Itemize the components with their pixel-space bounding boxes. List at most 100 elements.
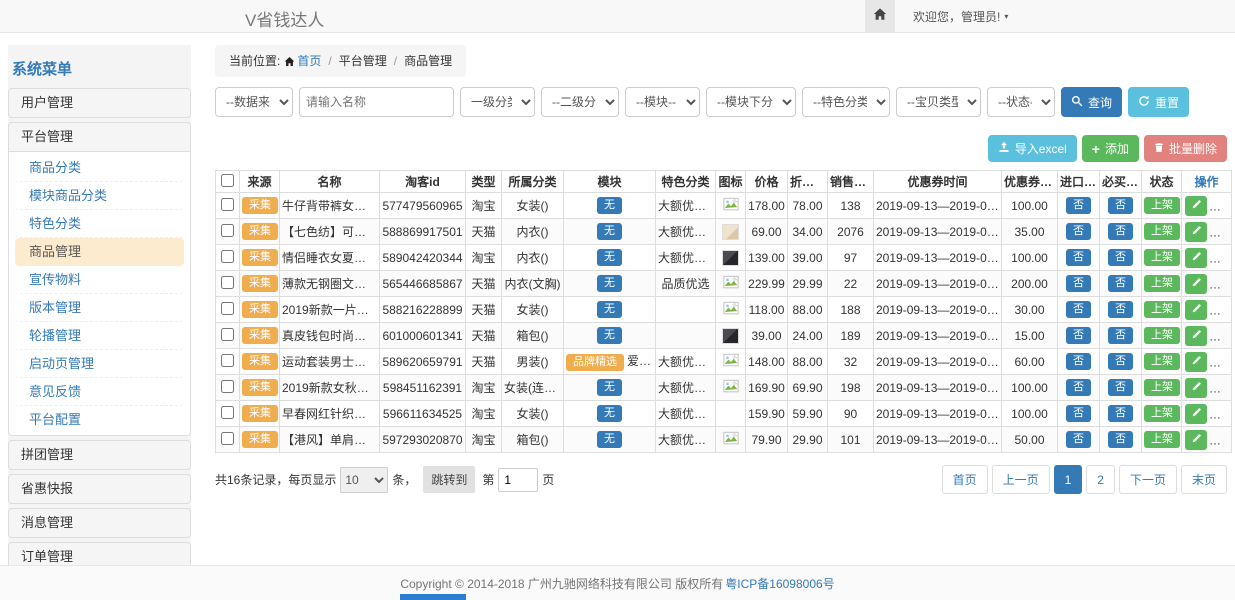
status-badge[interactable]: 上架 — [1144, 249, 1180, 267]
import-pick-badge[interactable]: 否 — [1066, 249, 1091, 267]
import-pick-badge[interactable]: 否 — [1066, 197, 1091, 215]
sales-count: 90 — [828, 401, 874, 427]
status-select[interactable]: --状态-- — [987, 87, 1055, 117]
edit-button[interactable] — [1185, 274, 1207, 294]
status-badge[interactable]: 上架 — [1144, 327, 1180, 345]
module-select[interactable]: --模块-- — [625, 87, 700, 117]
edit-button[interactable] — [1185, 248, 1207, 268]
import-pick-badge[interactable]: 否 — [1066, 405, 1091, 423]
status-badge[interactable]: 上架 — [1144, 379, 1180, 397]
must-buy-badge[interactable]: 否 — [1108, 379, 1133, 397]
must-buy-badge[interactable]: 否 — [1108, 223, 1133, 241]
row-checkbox[interactable] — [221, 380, 234, 393]
sidebar-subitem-商品管理[interactable]: 商品管理 — [15, 238, 184, 266]
status-badge[interactable]: 上架 — [1144, 353, 1180, 371]
sidebar-item-平台管理[interactable]: 平台管理 — [9, 123, 190, 151]
module-subcategory-select[interactable]: --模块下分类-- — [706, 87, 796, 117]
sidebar-item-拼团管理[interactable]: 拼团管理 — [9, 441, 190, 469]
row-checkbox[interactable] — [221, 276, 234, 289]
must-buy-badge[interactable]: 否 — [1108, 301, 1133, 319]
edit-button[interactable] — [1185, 404, 1207, 424]
must-buy-badge[interactable]: 否 — [1108, 197, 1133, 215]
status-badge[interactable]: 上架 — [1144, 431, 1180, 449]
add-button[interactable]: + 添加 — [1082, 135, 1139, 162]
sidebar-item-订单管理[interactable]: 订单管理 — [9, 543, 190, 565]
coupon-amount: 200.00 — [1002, 271, 1058, 297]
import-pick-badge[interactable]: 否 — [1066, 301, 1091, 319]
status-badge[interactable]: 上架 — [1144, 405, 1180, 423]
home-nav-button[interactable] — [865, 0, 895, 32]
page-button-上一页[interactable]: 上一页 — [992, 465, 1050, 494]
must-buy-badge[interactable]: 否 — [1108, 353, 1133, 371]
page-button-1[interactable]: 1 — [1054, 465, 1083, 494]
item-type-select[interactable]: --宝贝类型-- — [896, 87, 981, 117]
sidebar-subitem-商品分类[interactable]: 商品分类 — [15, 154, 184, 182]
level2-category-select[interactable]: --二级分类-- — [541, 87, 619, 117]
edit-button[interactable] — [1185, 300, 1207, 320]
feature-category-select[interactable]: --特色分类-- — [802, 87, 890, 117]
sidebar-subitem-平台配置[interactable]: 平台配置 — [15, 406, 184, 433]
page-button-2[interactable]: 2 — [1086, 465, 1115, 494]
page-button-首页[interactable]: 首页 — [942, 465, 988, 494]
status-badge[interactable]: 上架 — [1144, 197, 1180, 215]
sidebar-item-消息管理[interactable]: 消息管理 — [9, 509, 190, 537]
edit-icon — [1191, 406, 1202, 421]
row-checkbox[interactable] — [221, 328, 234, 341]
edit-button[interactable] — [1185, 430, 1207, 450]
row-checkbox[interactable] — [221, 250, 234, 263]
row-checkbox[interactable] — [221, 354, 234, 367]
import-pick-badge[interactable]: 否 — [1066, 223, 1091, 241]
status-badge[interactable]: 上架 — [1144, 275, 1180, 293]
edit-button[interactable] — [1185, 222, 1207, 242]
select-all-checkbox[interactable] — [221, 174, 234, 187]
sidebar-subitem-意见反馈[interactable]: 意见反馈 — [15, 378, 184, 406]
import-pick-badge[interactable]: 否 — [1066, 275, 1091, 293]
level1-category-select[interactable]: 一级分类 — [460, 87, 535, 117]
import-pick-badge[interactable]: 否 — [1066, 379, 1091, 397]
reset-button[interactable]: 重置 — [1128, 87, 1189, 117]
status-badge[interactable]: 上架 — [1144, 301, 1180, 319]
status-badge[interactable]: 上架 — [1144, 223, 1180, 241]
row-checkbox[interactable] — [221, 224, 234, 237]
search-button[interactable]: 查询 — [1061, 87, 1122, 117]
edit-button[interactable] — [1185, 196, 1207, 216]
must-buy-badge[interactable]: 否 — [1108, 405, 1133, 423]
sidebar-subitem-轮播管理[interactable]: 轮播管理 — [15, 322, 184, 350]
edit-button[interactable] — [1185, 326, 1207, 346]
sidebar-item-用户管理[interactable]: 用户管理 — [9, 89, 190, 117]
import-pick-badge[interactable]: 否 — [1066, 327, 1091, 345]
name-search-input[interactable] — [299, 87, 454, 117]
sidebar-subitem-特色分类[interactable]: 特色分类 — [15, 210, 184, 238]
sidebar-subitem-模块商品分类[interactable]: 模块商品分类 — [15, 182, 184, 210]
per-page-select[interactable]: 10 — [340, 467, 388, 493]
page-button-下一页[interactable]: 下一页 — [1119, 465, 1177, 494]
import-pick-badge[interactable]: 否 — [1066, 353, 1091, 371]
must-buy-badge[interactable]: 否 — [1108, 249, 1133, 267]
import-excel-button[interactable]: 导入excel — [988, 135, 1077, 162]
breadcrumb-home-link[interactable]: 首页 — [297, 54, 321, 68]
feature-category: 大额优惠券 — [656, 401, 716, 427]
edit-button[interactable] — [1185, 352, 1207, 372]
import-pick-badge[interactable]: 否 — [1066, 431, 1091, 449]
must-buy-badge[interactable]: 否 — [1108, 275, 1133, 293]
row-checkbox[interactable] — [221, 302, 234, 315]
sidebar-subitem-启动页管理[interactable]: 启动页管理 — [15, 350, 184, 378]
breadcrumb-separator: / — [394, 54, 397, 68]
data-source-select[interactable]: --数据来源-- — [215, 87, 293, 117]
sidebar-item-省惠快报[interactable]: 省惠快报 — [9, 475, 190, 503]
icp-link[interactable]: 粤ICP备16098006号 — [725, 575, 834, 592]
edit-button[interactable] — [1185, 378, 1207, 398]
user-menu[interactable]: 欢迎您，管理员! ▾ — [913, 8, 1008, 25]
row-checkbox[interactable] — [221, 198, 234, 211]
sidebar-subitem-宣传物料[interactable]: 宣传物料 — [15, 266, 184, 294]
batch-delete-button[interactable]: 批量删除 — [1144, 135, 1227, 162]
page-number-input[interactable] — [498, 468, 538, 492]
jump-button[interactable]: 跳转到 — [423, 466, 475, 493]
sidebar-subitem-版本管理[interactable]: 版本管理 — [15, 294, 184, 322]
must-buy-badge[interactable]: 否 — [1108, 327, 1133, 345]
row-checkbox[interactable] — [221, 432, 234, 445]
page-button-末页[interactable]: 末页 — [1181, 465, 1227, 494]
feature-category: 大额优惠券 — [656, 193, 716, 219]
row-checkbox[interactable] — [221, 406, 234, 419]
must-buy-badge[interactable]: 否 — [1108, 431, 1133, 449]
